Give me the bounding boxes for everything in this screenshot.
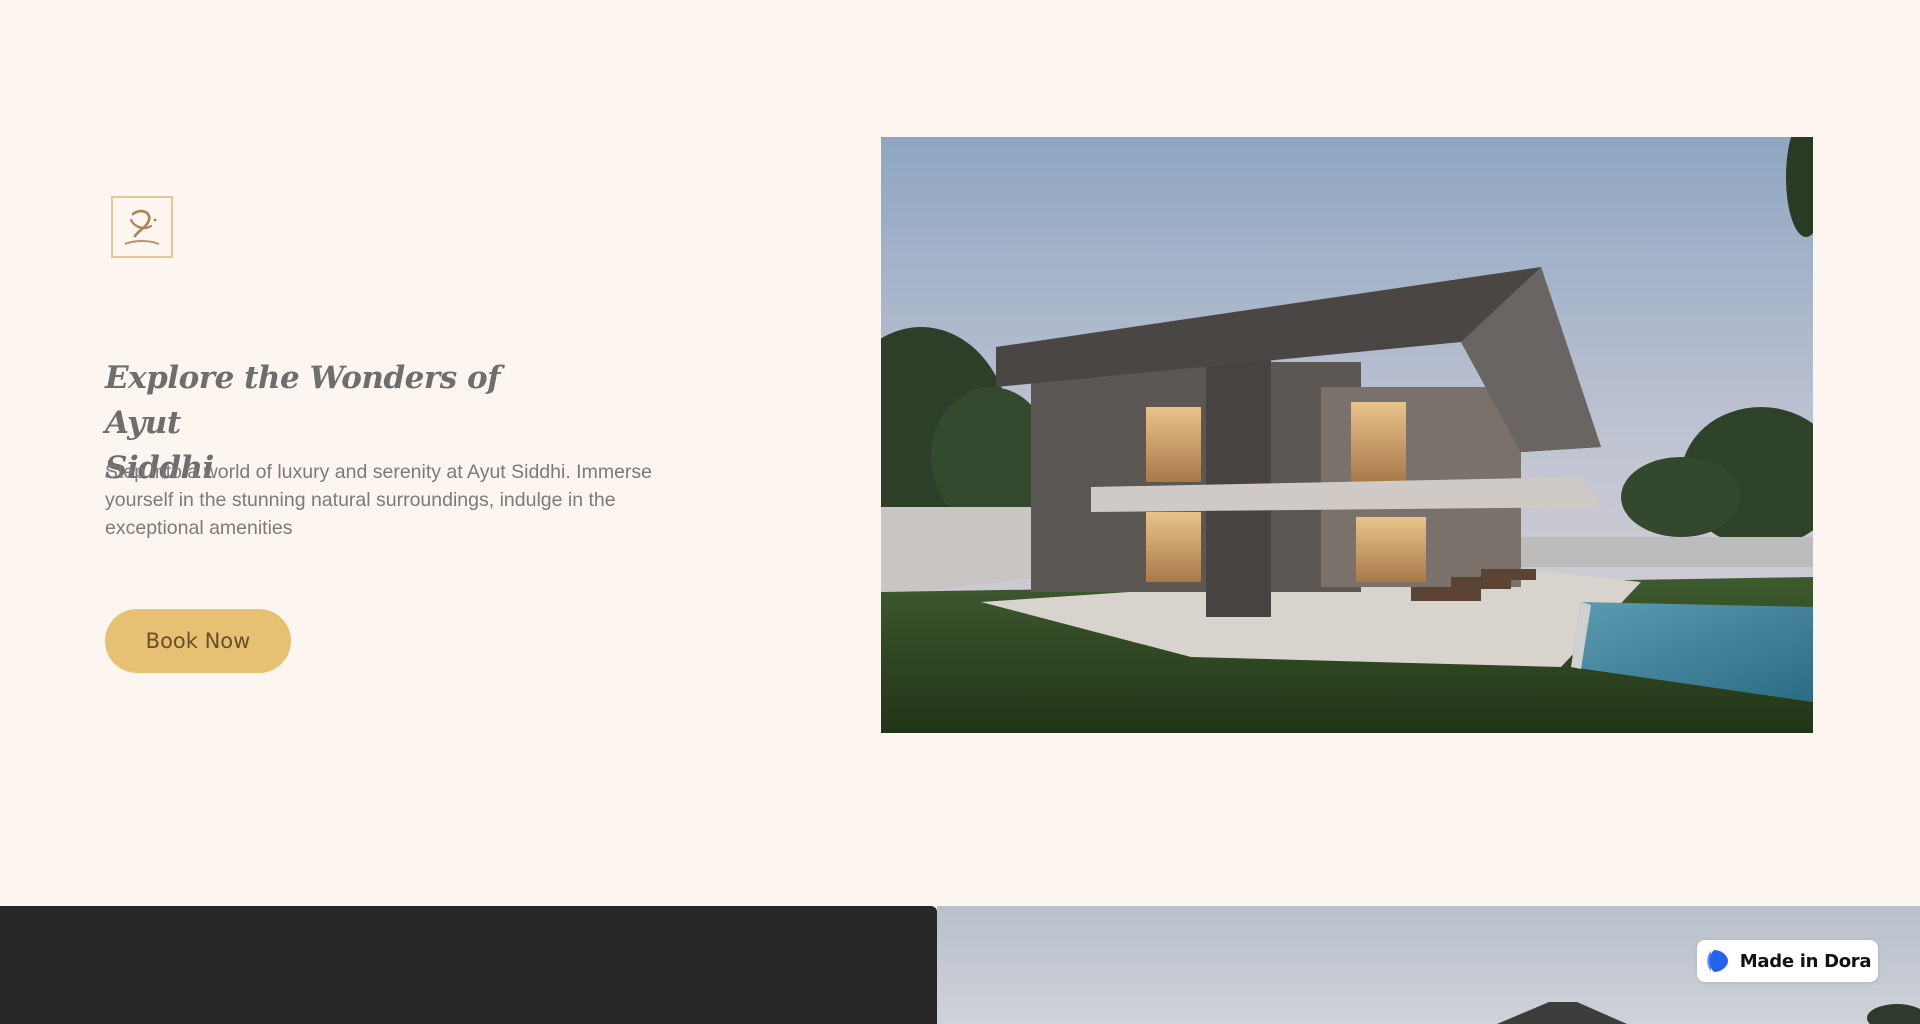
modern-villa-image: [881, 137, 1813, 733]
villa-hero-image: [881, 137, 1813, 733]
page: Explore the Wonders of Ayut Siddhi Step …: [0, 0, 1920, 1024]
hero-title-line1: Explore the Wonders of Ayut: [105, 360, 500, 441]
hero-description: Step into a world of luxury and serenity…: [105, 461, 652, 539]
book-now-button[interactable]: Book Now: [105, 609, 291, 673]
dark-content-panel: [0, 906, 937, 1024]
logo-mark-icon: [124, 209, 160, 245]
made-in-dora-badge[interactable]: Made in Dora: [1697, 940, 1878, 982]
badge-label: Made in Dora: [1739, 950, 1872, 972]
dora-logo-icon: [1707, 950, 1728, 972]
brand-logo-icon[interactable]: [111, 196, 173, 258]
